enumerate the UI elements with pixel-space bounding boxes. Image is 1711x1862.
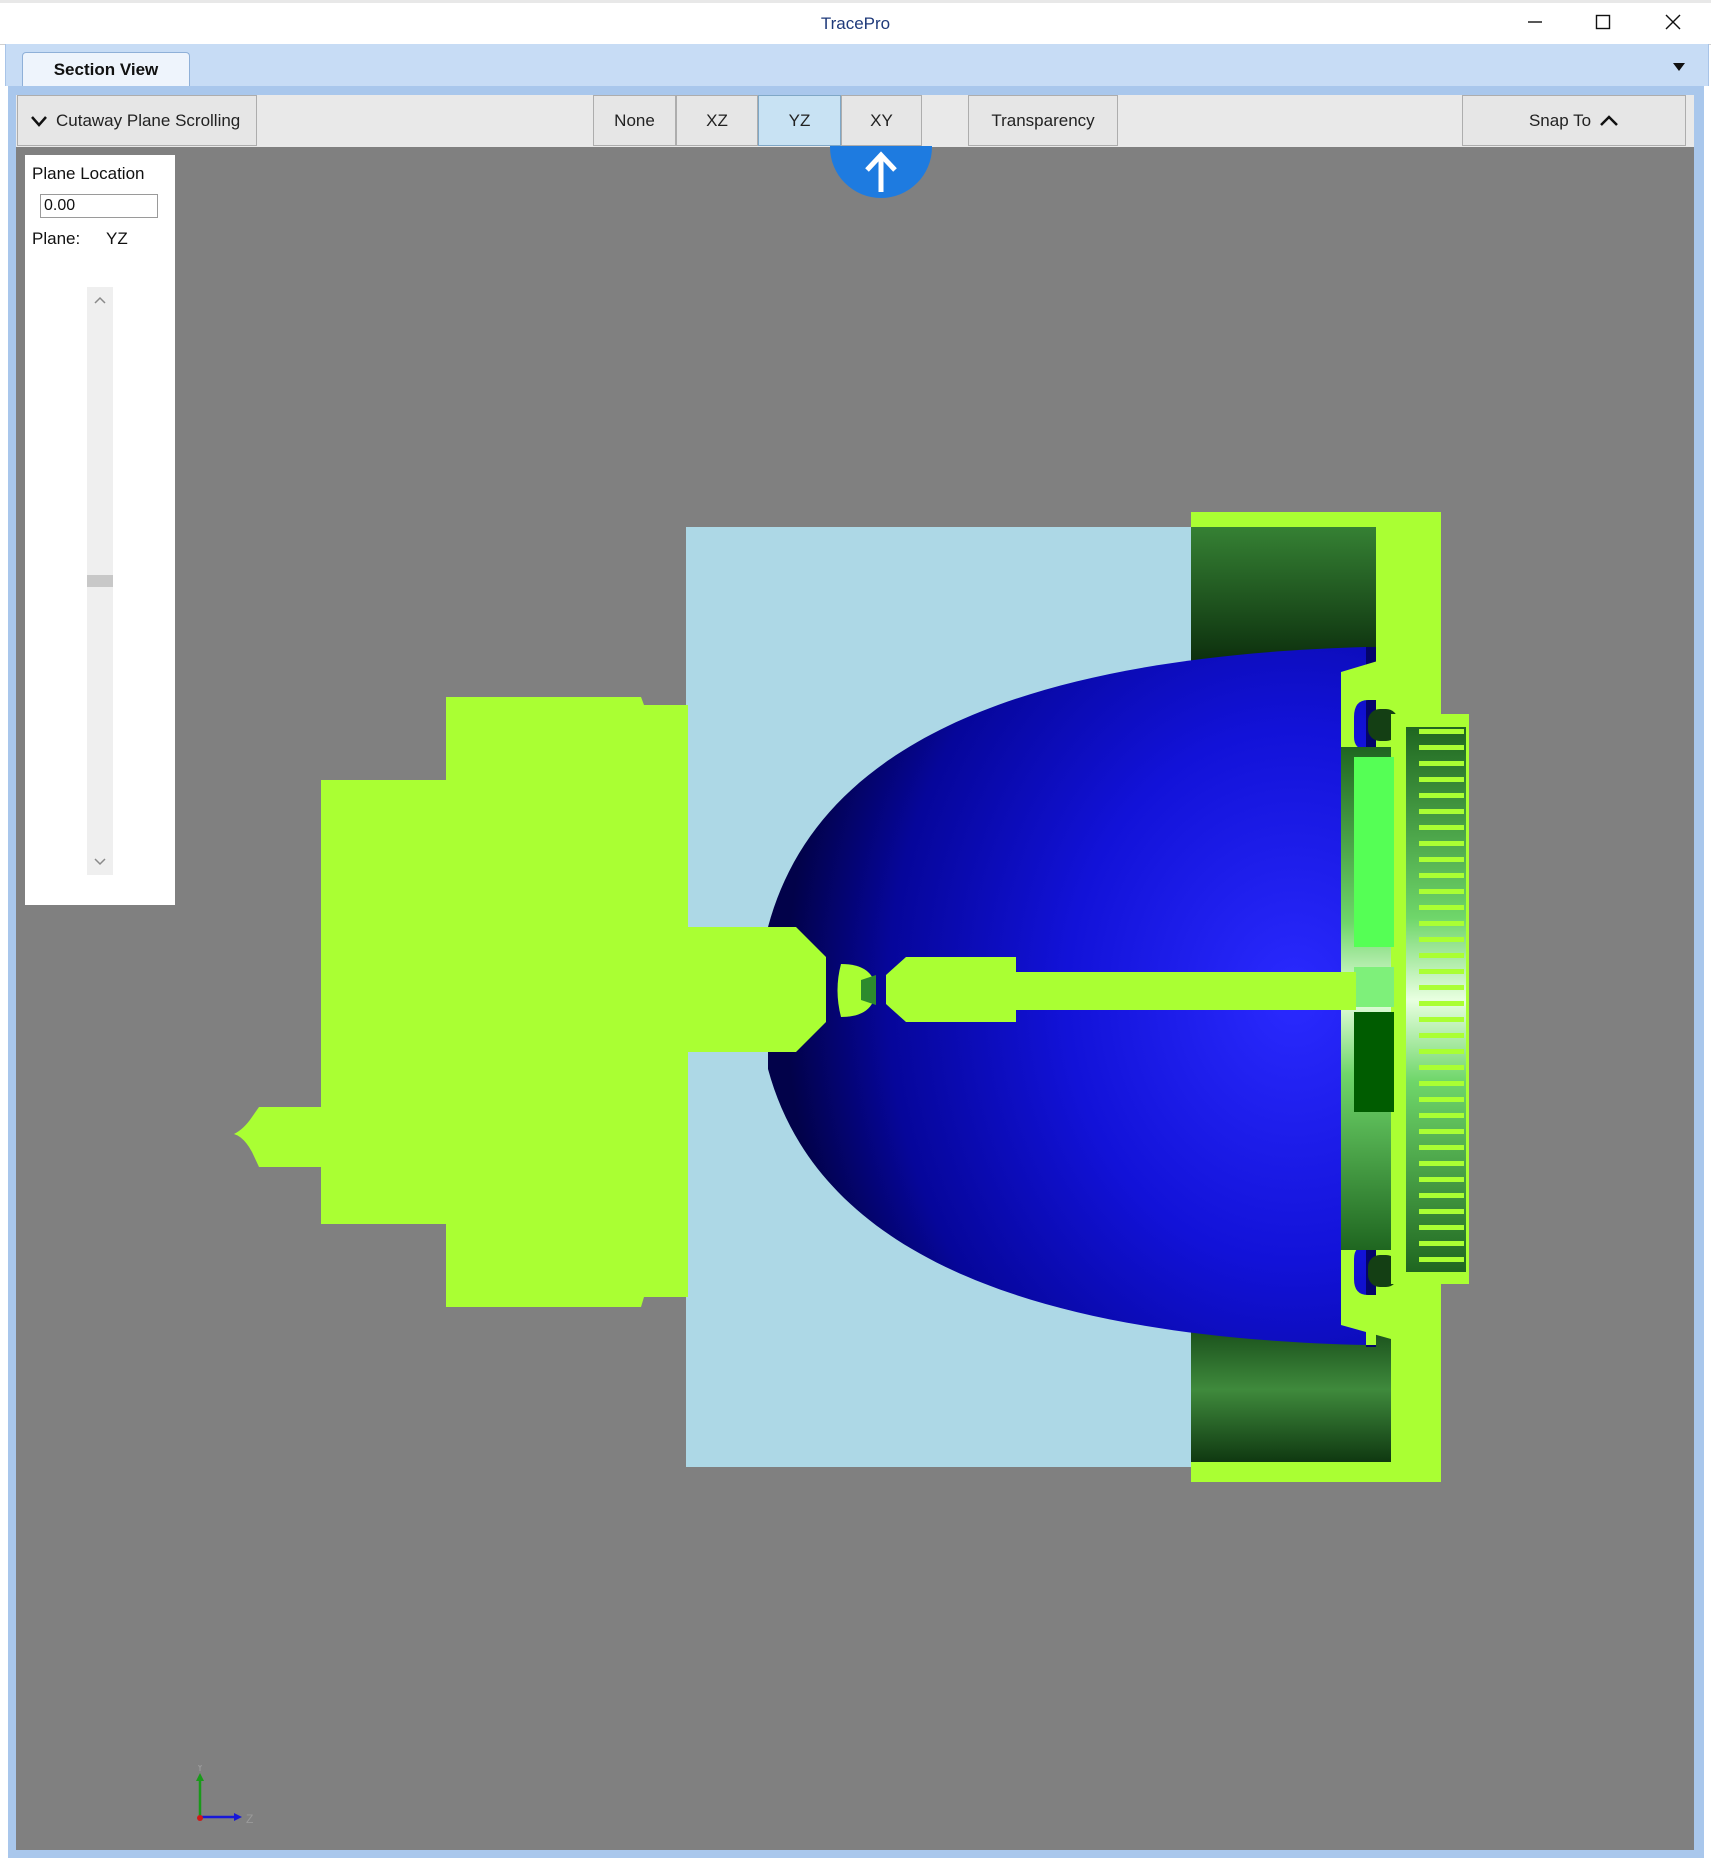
plane-slider-thumb[interactable] [87, 575, 113, 587]
transparency-button[interactable]: Transparency [968, 95, 1118, 146]
section-view-model [234, 512, 1469, 1482]
snap-label: Snap To [1528, 110, 1592, 130]
cutaway-label: Cutaway Plane Scrolling [56, 110, 241, 130]
minimize-button[interactable] [1507, 3, 1563, 41]
plane-none-button[interactable]: None [593, 95, 676, 146]
close-icon [1665, 14, 1681, 30]
plane-label: Plane: [32, 229, 81, 248]
chevron-up-icon [94, 296, 106, 304]
triangle-down-icon [1673, 63, 1685, 71]
axis-z-label: Z [246, 1812, 253, 1826]
tab-section-view[interactable]: Section View [22, 52, 190, 87]
viewport-3d[interactable]: Y Z [16, 147, 1694, 1850]
slider-down-button[interactable] [87, 850, 113, 874]
slider-up-button[interactable] [87, 288, 113, 312]
chevron-down-icon [31, 115, 47, 127]
arrow-up-icon [865, 151, 897, 192]
plane-xy-button[interactable]: XY [841, 95, 922, 146]
plane-location-input[interactable] [40, 194, 158, 218]
axis-triad: Y Z [196, 1765, 253, 1826]
tab-dropdown-button[interactable] [1664, 56, 1694, 78]
maximize-button[interactable] [1575, 3, 1631, 41]
chevron-down-icon [94, 858, 106, 866]
snap-to-button[interactable]: Snap To [1462, 95, 1686, 146]
title-bar: TracePro [0, 3, 1711, 45]
cutaway-plane-scrolling-button[interactable]: Cutaway Plane Scrolling [17, 95, 257, 146]
minimize-icon [1528, 21, 1542, 23]
chevron-up-icon [1600, 114, 1618, 126]
plane-xz-button[interactable]: XZ [676, 95, 758, 146]
close-button[interactable] [1645, 3, 1701, 41]
window-title: TracePro [820, 14, 891, 33]
plane-location-label: Plane Location [32, 164, 145, 183]
up-arrow-button[interactable] [830, 146, 932, 198]
maximize-icon [1595, 14, 1611, 30]
plane-value: YZ [106, 229, 128, 248]
axis-y-label: Y [196, 1765, 204, 1774]
tab-strip [5, 44, 1709, 86]
plane-yz-button[interactable]: YZ [758, 95, 841, 146]
